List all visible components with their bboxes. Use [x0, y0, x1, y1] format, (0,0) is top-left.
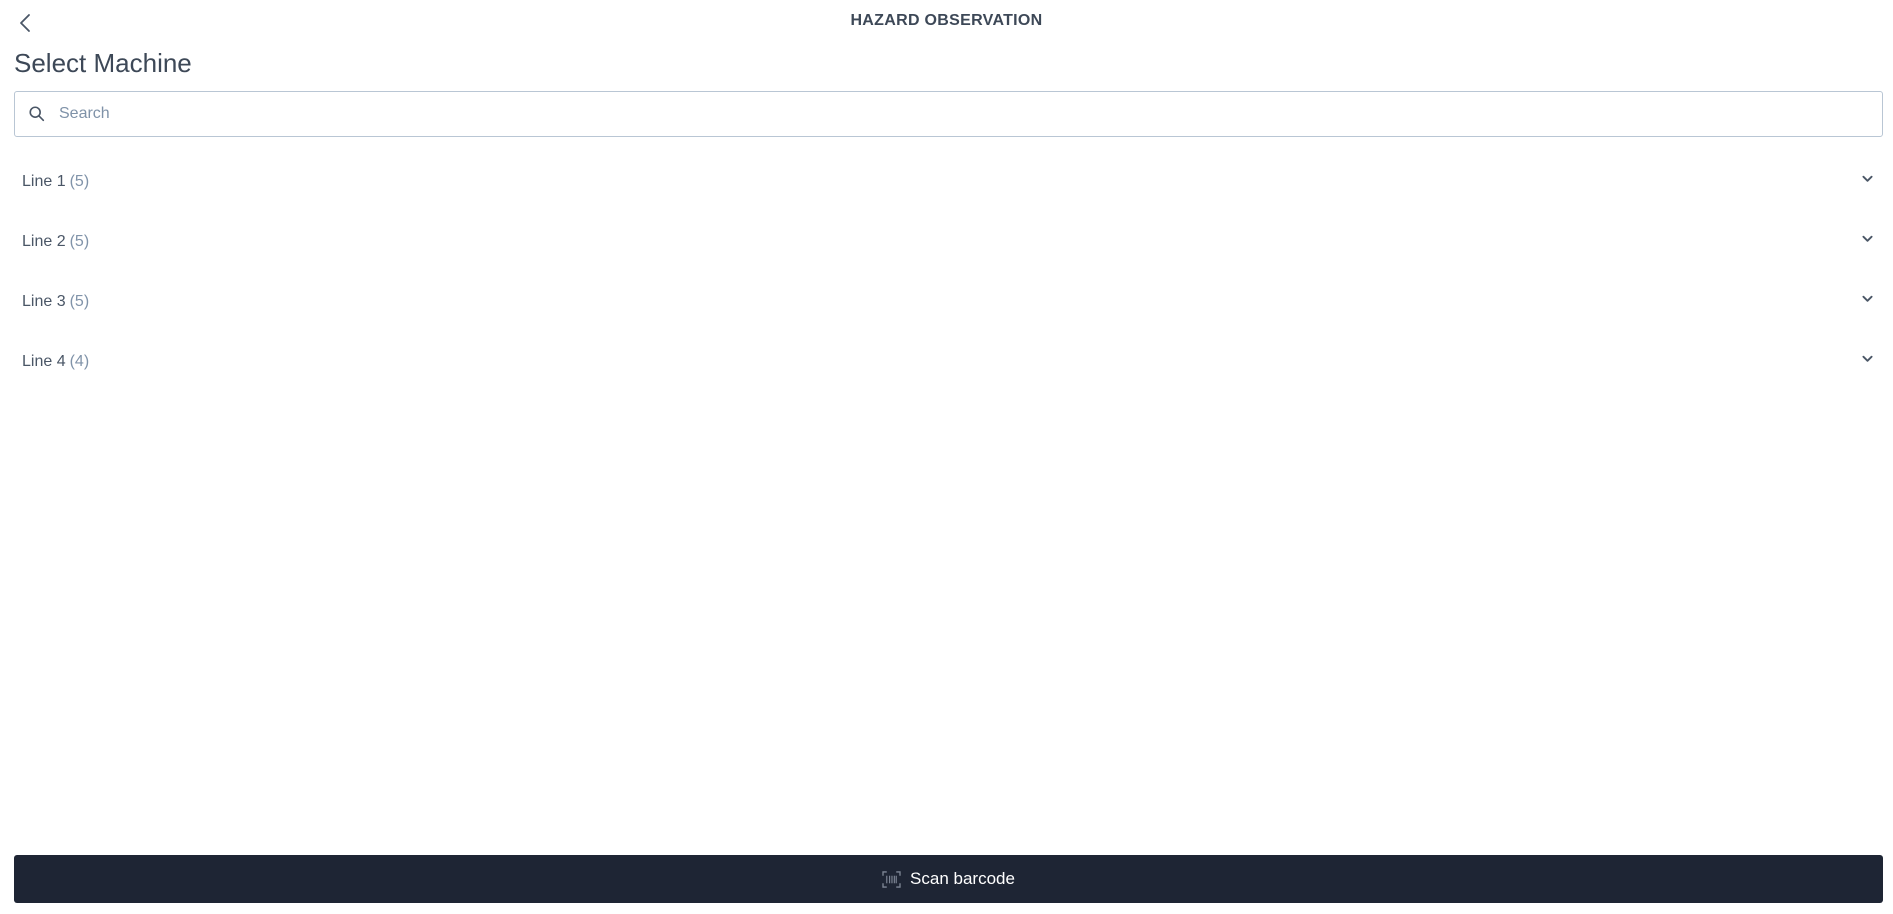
machine-line-list: Line 1 (5) Line 2 (5) Line 3 (5) Line 4 … [14, 152, 1883, 392]
line-group-label: Line 4 [22, 353, 66, 370]
header-title: HAZARD OBSERVATION [850, 12, 1043, 29]
line-group-label: Line 1 [22, 173, 66, 190]
chevron-down-icon[interactable] [1859, 351, 1875, 367]
line-group-label: Line 2 [22, 233, 66, 250]
line-group-title: Line 2 (5) [22, 233, 89, 251]
chevron-down-icon[interactable] [1859, 231, 1875, 247]
line-group-title: Line 1 (5) [22, 173, 89, 191]
line-group-row[interactable]: Line 1 (5) [14, 152, 1883, 212]
search-box[interactable] [14, 91, 1883, 137]
line-group-count: (5) [69, 293, 90, 310]
scan-barcode-label: Scan barcode [910, 869, 1015, 888]
chevron-down-icon[interactable] [1859, 171, 1875, 187]
line-group-count: (5) [69, 233, 90, 250]
header: HAZARD OBSERVATION [0, 0, 1893, 44]
line-group-row[interactable]: Line 2 (5) [14, 212, 1883, 272]
line-group-title: Line 3 (5) [22, 293, 89, 311]
line-group-count: (4) [69, 353, 90, 370]
app-root: HAZARD OBSERVATION Select Machine Line 1… [0, 0, 1893, 914]
barcode-icon [882, 870, 902, 888]
line-group-label: Line 3 [22, 293, 66, 310]
search-icon [27, 104, 47, 124]
search-input[interactable] [57, 93, 1882, 135]
line-group-title: Line 4 (4) [22, 353, 89, 371]
page-title: Select Machine [14, 48, 192, 78]
line-group-row[interactable]: Line 4 (4) [14, 332, 1883, 392]
line-group-count: (5) [69, 173, 90, 190]
scan-barcode-button[interactable]: Scan barcode [14, 855, 1883, 903]
chevron-down-icon[interactable] [1859, 291, 1875, 307]
line-group-row[interactable]: Line 3 (5) [14, 272, 1883, 332]
